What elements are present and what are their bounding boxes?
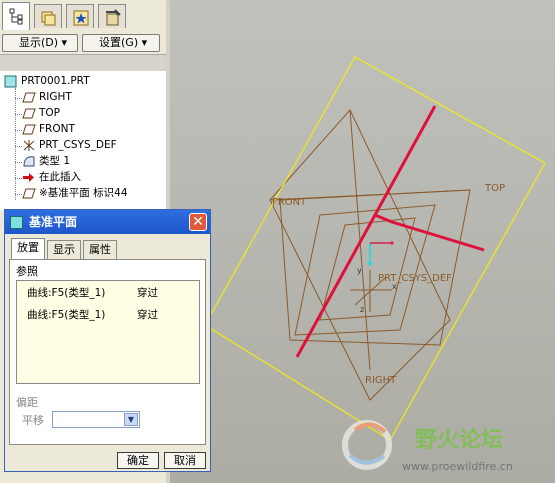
- axis-z-label: z: [360, 305, 364, 314]
- tree-item-label: ※基准平面 标识44: [39, 187, 128, 199]
- tab-placement[interactable]: 放置: [11, 238, 45, 260]
- ok-button-label: 确定: [127, 454, 149, 467]
- tree-item-label: PRT_CSYS_DEF: [39, 139, 117, 151]
- reference-name: 曲线:F5(类型_1): [27, 287, 106, 299]
- tree-connector: [15, 98, 22, 99]
- settings-menu-button[interactable]: 设置(G) ▾: [82, 34, 160, 52]
- tree-item-label: RIGHT: [39, 91, 72, 103]
- connections-icon: [106, 9, 121, 26]
- tree-item-label: 类型 1: [39, 155, 71, 167]
- watermark-logo-icon: [342, 420, 392, 470]
- folder-browser-icon: [41, 11, 56, 26]
- datum-plane-icon: [22, 91, 36, 104]
- display-menu-button[interactable]: 显示(D) ▾: [2, 34, 78, 52]
- csys-label: PRT_CSYS_DEF: [378, 273, 452, 284]
- tree-column-header: [0, 54, 166, 72]
- tree-item-label: FRONT: [39, 123, 75, 135]
- axis-y-label: y: [357, 266, 362, 275]
- tree-item-curve-type1[interactable]: 类型 1: [22, 154, 70, 169]
- tree-connector: [15, 146, 22, 147]
- datum-plane-icon: [22, 107, 36, 120]
- tree-connector: [15, 88, 16, 200]
- tab-label: 显示: [53, 243, 75, 256]
- csys-icon: [22, 139, 36, 152]
- tab-label: 放置: [17, 241, 39, 254]
- reference-constraint[interactable]: 穿过: [137, 307, 158, 323]
- tree-item-root-part[interactable]: PRT0001.PRT: [4, 74, 90, 89]
- sketch-curve-branch[interactable]: [374, 213, 485, 252]
- tree-connector: [15, 162, 22, 163]
- reference-row[interactable]: 曲线:F5(类型_1) 穿过: [27, 285, 158, 301]
- model-graphics: FRONT TOP RIGHT PRT_CSYS_DEF x y z 野火论坛 …: [204, 56, 546, 473]
- reference-constraint[interactable]: 穿过: [137, 285, 158, 301]
- tree-item-csys[interactable]: PRT_CSYS_DEF: [22, 138, 117, 153]
- dialog-title: 基准平面: [29, 215, 78, 229]
- tab-label: 属性: [89, 243, 111, 256]
- reference-name: 曲线:F5(类型_1): [27, 309, 106, 321]
- right-datum-plane-inner: [319, 217, 416, 321]
- tree-menu-row: 显示(D) ▾ 设置(G) ▾: [0, 33, 166, 53]
- references-list[interactable]: 曲线:F5(类型_1) 穿过 曲线:F5(类型_1) 穿过: [16, 280, 200, 384]
- model-tree-icon: [9, 8, 23, 25]
- chevron-down-icon[interactable]: ▼: [124, 413, 138, 426]
- tree-connector: [15, 114, 22, 115]
- reference-row[interactable]: 曲线:F5(类型_1) 穿过: [27, 307, 158, 323]
- tree-item-label: 在此插入: [39, 171, 81, 183]
- move-label: 平移: [22, 414, 44, 427]
- cancel-button-label: 取消: [174, 454, 196, 467]
- tab-favorites[interactable]: [66, 4, 94, 28]
- datum-plane-icon: [22, 187, 36, 200]
- insert-here-arrow-icon: [22, 171, 36, 184]
- top-plane-label: TOP: [484, 183, 505, 194]
- front-plane-label: FRONT: [272, 197, 307, 208]
- tree-connector: [15, 178, 22, 179]
- part-icon: [4, 75, 18, 88]
- tree-item-label: PRT0001.PRT: [21, 75, 90, 87]
- tab-properties[interactable]: 属性: [83, 240, 117, 259]
- forum-watermark: 野火论坛 www.proewildfire.cn: [342, 420, 513, 473]
- display-menu-label: 显示(D) ▾: [19, 36, 68, 49]
- tree-item-insert-here[interactable]: 在此插入: [22, 170, 81, 185]
- settings-menu-label: 设置(G) ▾: [99, 36, 148, 49]
- tab-folder-browser[interactable]: [34, 4, 62, 28]
- tree-item-label: TOP: [39, 107, 61, 119]
- offset-label: 偏距: [16, 396, 38, 409]
- tree-item-front[interactable]: FRONT: [22, 122, 75, 137]
- ok-button[interactable]: 确定: [117, 452, 159, 469]
- close-icon: ✕: [192, 214, 204, 230]
- watermark-url: www.proewildfire.cn: [402, 460, 513, 473]
- tab-model-tree[interactable]: [2, 2, 30, 30]
- cancel-button[interactable]: 取消: [164, 452, 206, 469]
- tree-item-new-datum-plane[interactable]: ※基准平面 标识44: [22, 186, 128, 201]
- favorites-icon: [73, 10, 89, 26]
- right-plane-label: RIGHT: [365, 375, 397, 386]
- dialog-titlebar[interactable]: 基准平面 ✕: [5, 210, 210, 234]
- close-button[interactable]: ✕: [189, 213, 207, 231]
- watermark-title: 野火论坛: [415, 427, 503, 453]
- curve-feature-icon: [22, 155, 36, 168]
- right-datum-plane[interactable]: [294, 204, 436, 336]
- tree-item-top[interactable]: TOP: [22, 106, 60, 121]
- tab-display[interactable]: 显示: [47, 240, 81, 259]
- model-tree: PRT0001.PRT RIGHT TOP FRONT PRT_CSYS_DEF: [0, 71, 166, 211]
- datum-plane-dialog: 基准平面 ✕ 放置 显示 属性 参照 曲线:F5(类型_1) 穿过 曲线:F5(…: [4, 209, 211, 472]
- tree-connector: [15, 130, 22, 131]
- references-label: 参照: [16, 265, 38, 278]
- tree-connector: [15, 194, 22, 195]
- datum-plane-icon: [22, 123, 36, 136]
- tab-connections[interactable]: [98, 4, 126, 28]
- move-offset-select[interactable]: ▼: [52, 411, 140, 428]
- tree-item-right[interactable]: RIGHT: [22, 90, 72, 105]
- navigator-tabstrip: [0, 0, 166, 30]
- graphics-viewport[interactable]: FRONT TOP RIGHT PRT_CSYS_DEF x y z 野火论坛 …: [170, 0, 555, 483]
- datum-plane-dialog-icon: [10, 216, 23, 229]
- axis-x-label: x: [392, 282, 397, 291]
- placement-panel: 参照 曲线:F5(类型_1) 穿过 曲线:F5(类型_1) 穿过 偏距 平移 ▼: [9, 259, 206, 445]
